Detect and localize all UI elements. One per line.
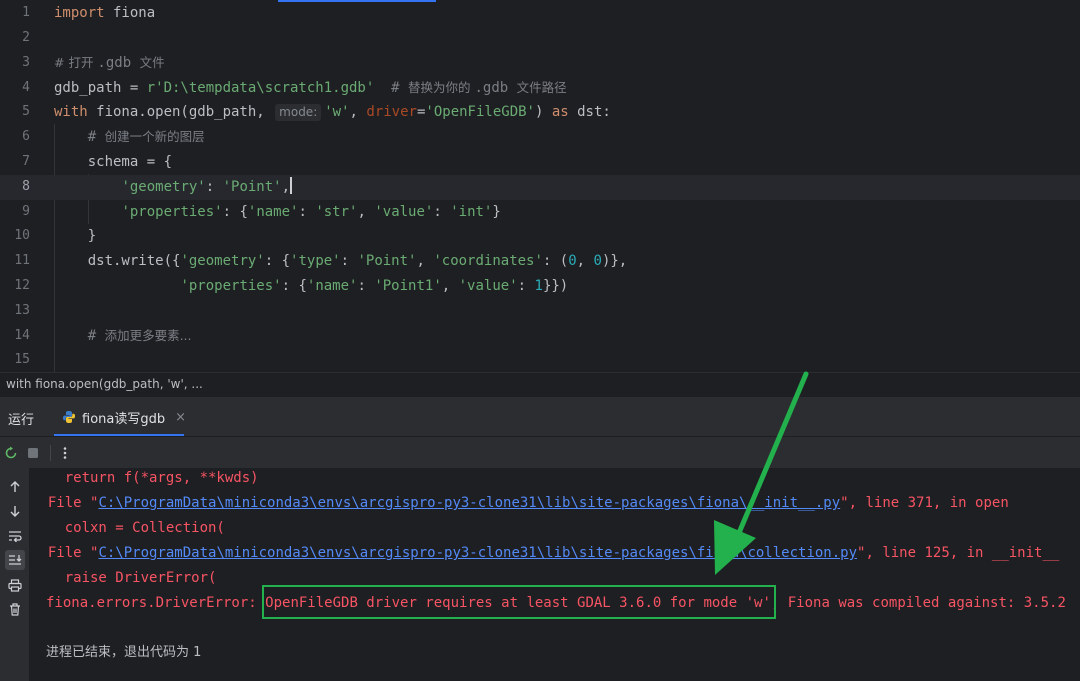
- code-line-8-current[interactable]: 8 'geometry': 'Point',: [0, 175, 1080, 200]
- text-caret: [290, 177, 293, 194]
- toolbar-divider: [50, 445, 51, 461]
- line-number: 4: [22, 80, 30, 95]
- code-line-13[interactable]: 13: [0, 299, 1080, 324]
- rerun-icon[interactable]: [2, 444, 20, 462]
- code-text: 'geometry': 'Point',: [121, 177, 293, 195]
- breadcrumb[interactable]: with fiona.open(gdb_path, 'w', ...: [0, 372, 1080, 396]
- code-line-3[interactable]: 3 # 打开 .gdb 文件: [0, 51, 1080, 76]
- file-link[interactable]: C:\ProgramData\miniconda3\envs\arcgispro…: [98, 495, 840, 511]
- code-text: }: [54, 228, 97, 244]
- console-line: File "C:\ProgramData\miniconda3\envs\arc…: [31, 545, 1060, 561]
- code-comment: # 打开 .gdb 文件: [54, 55, 165, 71]
- code-line-7[interactable]: 7 schema = {: [0, 150, 1080, 175]
- line-number: 9: [22, 204, 30, 219]
- line-number: 15: [14, 352, 30, 367]
- line-number: 11: [14, 253, 30, 268]
- code-text: dst.write({'geometry': {'type': 'Point',…: [54, 253, 628, 269]
- run-tool-window-header: 运行 fiona读写gdb ×: [0, 396, 1080, 437]
- console-side-toolbar: [0, 468, 30, 681]
- line-number: 7: [22, 154, 30, 169]
- console-line: colxn = Collection(: [31, 520, 225, 536]
- console-line: File "C:\ProgramData\miniconda3\envs\arc…: [31, 495, 1009, 511]
- tab-run-config[interactable]: fiona读写gdb ×: [54, 397, 194, 437]
- code-text: with fiona.open(gdb_path, mode:'w', driv…: [54, 104, 611, 121]
- stop-icon[interactable]: [24, 444, 42, 462]
- scroll-to-end-icon[interactable]: [5, 550, 25, 570]
- run-console-output[interactable]: return f(*args, **kwds) File "C:\Program…: [31, 468, 1080, 681]
- code-line-1[interactable]: 1 import fiona: [0, 1, 1080, 26]
- code-text: schema = {: [54, 154, 173, 170]
- code-line-15[interactable]: 15: [0, 348, 1080, 373]
- down-arrow-icon[interactable]: [5, 501, 25, 521]
- line-number: 1: [22, 5, 30, 20]
- soft-wrap-icon[interactable]: [5, 526, 25, 546]
- console-line: raise DriverError(: [31, 570, 217, 586]
- close-icon[interactable]: ×: [175, 410, 186, 425]
- line-number: 3: [22, 55, 30, 70]
- tab-label: fiona读写gdb: [82, 411, 166, 427]
- line-number: 5: [22, 104, 30, 119]
- console-line: return f(*args, **kwds): [31, 470, 259, 486]
- line-number: 10: [14, 228, 30, 243]
- parameter-hint: mode:: [275, 104, 322, 121]
- code-comment: # 创建一个新的图层: [54, 129, 205, 145]
- code-line-12[interactable]: 12 'properties': {'name': 'Point1', 'val…: [0, 274, 1080, 299]
- code-text: 'properties': {'name': 'Point1', 'value'…: [180, 278, 569, 294]
- python-file-icon: [62, 410, 76, 424]
- code-line-9[interactable]: 9 'properties': {'name': 'str', 'value':…: [0, 200, 1080, 225]
- code-line-10[interactable]: 10 }: [0, 224, 1080, 249]
- annotation-highlight-box: [262, 585, 776, 619]
- code-line-14[interactable]: 14 # 添加更多要素...: [0, 324, 1080, 349]
- code-line-5[interactable]: 5 with fiona.open(gdb_path, mode:'w', dr…: [0, 100, 1080, 125]
- line-number: 8: [22, 179, 30, 194]
- code-line-6[interactable]: 6 # 创建一个新的图层: [0, 125, 1080, 150]
- code-text: gdb_path = r'D:\tempdata\scratch1.gdb' #…: [54, 80, 567, 96]
- file-link[interactable]: C:\ProgramData\miniconda3\envs\arcgispro…: [98, 545, 857, 561]
- line-number: 12: [14, 278, 30, 293]
- code-line-2[interactable]: 2: [0, 26, 1080, 51]
- code-line-11[interactable]: 11 dst.write({'geometry': {'type': 'Poin…: [0, 249, 1080, 274]
- line-number: 2: [22, 30, 30, 45]
- process-exit-line: 进程已结束，退出代码为 1: [46, 645, 202, 660]
- code-text: import fiona: [54, 5, 156, 21]
- code-comment: # 添加更多要素...: [54, 328, 192, 344]
- more-icon[interactable]: [56, 444, 74, 462]
- code-editor[interactable]: 1 import fiona 2 3 # 打开 .gdb 文件 4 gdb_pa…: [0, 0, 1080, 372]
- trash-icon[interactable]: [5, 599, 25, 619]
- line-number: 13: [14, 303, 30, 318]
- line-number: 14: [14, 328, 30, 343]
- line-number: 6: [22, 129, 30, 144]
- code-text: 'properties': {'name': 'str', 'value': '…: [121, 204, 501, 220]
- run-panel-title: 运行: [8, 413, 35, 428]
- run-toolbar: [0, 436, 1080, 468]
- code-line-4[interactable]: 4 gdb_path = r'D:\tempdata\scratch1.gdb'…: [0, 76, 1080, 101]
- print-icon[interactable]: [5, 575, 25, 595]
- up-arrow-icon[interactable]: [5, 477, 25, 497]
